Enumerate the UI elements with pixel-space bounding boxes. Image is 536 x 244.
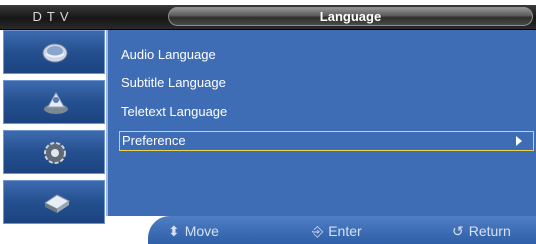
page-title: Language xyxy=(319,9,382,24)
enter-label: Enter xyxy=(328,223,362,239)
source-label: DTV xyxy=(32,9,74,24)
menu-item-teletext-language[interactable]: Teletext Language xyxy=(121,102,227,122)
sidebar-item-picture[interactable] xyxy=(3,30,105,74)
input-icon xyxy=(44,194,70,213)
menu-item-audio-language[interactable]: Audio Language xyxy=(121,45,216,65)
sidebar-item-input[interactable] xyxy=(3,180,105,224)
language-menu-panel: Audio Language Subtitle Language Teletex… xyxy=(106,30,536,216)
sound-icon xyxy=(44,91,68,114)
move-icon: ⬍ xyxy=(168,223,180,239)
top-bar: DTV Language xyxy=(0,5,536,30)
menu-item-subtitle-language[interactable]: Subtitle Language xyxy=(121,73,226,93)
enter-hint: ⎆ Enter xyxy=(312,222,362,240)
picture-icon xyxy=(42,43,68,63)
move-label: Move xyxy=(184,223,219,239)
move-hint: ⬍ Move xyxy=(168,222,219,240)
enter-icon: ⎆ xyxy=(312,223,324,239)
title-bar: Language xyxy=(168,7,533,26)
bottom-hint-bar: ⬍ Move ⎆ Enter ↺ Return xyxy=(106,216,536,244)
return-hint: ↺ Return xyxy=(452,222,511,240)
sidebar-item-sound[interactable] xyxy=(3,80,105,124)
menu-item-preference-label: Preference xyxy=(122,133,186,148)
category-sidebar xyxy=(0,30,106,226)
tv-osd-menu: DTV Language Audio Language Subtitle Lan… xyxy=(0,0,536,244)
setup-icon xyxy=(44,142,66,164)
menu-item-preference[interactable]: Preference xyxy=(119,131,534,151)
sidebar-item-setup[interactable] xyxy=(3,130,105,174)
chevron-right-icon xyxy=(516,136,522,146)
return-icon: ↺ xyxy=(452,223,464,239)
return-label: Return xyxy=(468,223,511,239)
